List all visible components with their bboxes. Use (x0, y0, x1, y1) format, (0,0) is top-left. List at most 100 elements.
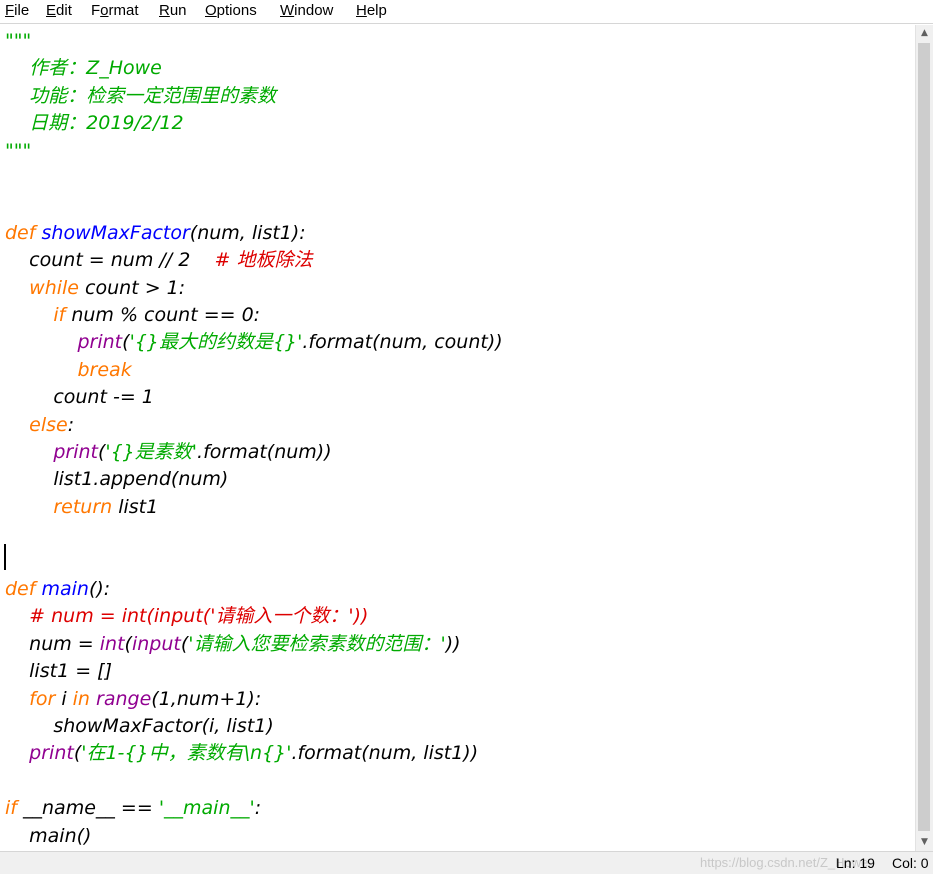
menu-window[interactable]: Window (280, 2, 333, 19)
code-token-string: 日期： (5, 112, 87, 135)
code-token-default: num % count == 0: (65, 304, 261, 326)
code-line: print('{}最大的约数是{}'.format(num, count)) (5, 329, 503, 356)
code-token-keyword: in (72, 687, 90, 710)
code-line: """ (5, 28, 31, 55)
code-line: 日期：2019/2/12 (5, 110, 184, 137)
code-token-default (5, 688, 29, 710)
status-line-number: Ln: 19 (836, 855, 875, 871)
menu-format[interactable]: Format (91, 2, 139, 19)
code-line: for i in range(1,num+1): (5, 686, 261, 713)
code-token-string: 作者： (5, 57, 87, 80)
code-token-keyword: else (29, 413, 68, 436)
code-token-string: Z_Howe (86, 57, 162, 80)
menu-window-mnemonic: W (280, 2, 295, 19)
code-token-keyword: while (29, 276, 80, 299)
scroll-down-icon[interactable]: ▼ (916, 834, 933, 851)
code-token-string: 2019/2/12 (86, 112, 184, 135)
code-token-builtin: print (53, 441, 98, 463)
code-token-default: ( (124, 632, 132, 655)
code-token-builtin: range (96, 687, 152, 710)
code-line: def main(): (5, 576, 110, 603)
code-token-default: main() (5, 824, 92, 847)
code-token-default (5, 742, 29, 764)
code-token-default (5, 359, 77, 381)
code-token-default: count > 1: (79, 276, 186, 299)
code-line: break (5, 357, 131, 384)
code-token-default (5, 441, 53, 463)
code-line: def showMaxFactor(num, list1): (5, 220, 306, 247)
scroll-up-icon[interactable]: ▲ (916, 25, 933, 42)
menu-run[interactable]: Run (159, 2, 187, 19)
code-line: """ (5, 138, 31, 165)
code-line: showMaxFactor(i, list1) (5, 713, 274, 740)
code-line: num = int(input('请输入您要检索素数的范围：')) (5, 631, 461, 658)
code-token-default: list1 = [] (5, 660, 112, 683)
menu-options[interactable]: Options (205, 2, 257, 19)
code-token-builtin: int (99, 632, 125, 655)
code-line: count = num // 2 # 地板除法 (5, 247, 312, 274)
code-token-default (5, 496, 53, 518)
code-token-default: ( (122, 331, 130, 354)
code-token-default: (): (88, 578, 111, 600)
menu-format-rest: rmat (108, 2, 139, 19)
code-token-keyword: return (53, 495, 113, 518)
status-column-number: Col: 0 (892, 855, 929, 871)
menu-help-rest: elp (366, 2, 387, 19)
menu-edit-rest: dit (56, 2, 72, 19)
text-cursor (4, 544, 6, 570)
code-token-default: __name__ == (16, 797, 159, 820)
code-token-default: num = (5, 632, 100, 655)
code-line: if __name__ == '__main__': (5, 795, 261, 822)
menu-edit-mnemonic: E (46, 2, 57, 19)
code-token-default: .format(num, count)) (302, 331, 503, 354)
menu-edit[interactable]: Edit (46, 2, 72, 19)
code-token-keyword: for (29, 687, 56, 710)
scroll-thumb[interactable] (918, 43, 930, 831)
menu-window-rest: indow (294, 2, 334, 19)
menu-file-mnemonic: F (5, 2, 15, 19)
menu-options-rest: ptions (216, 2, 257, 19)
code-line: if num % count == 0: (5, 302, 260, 329)
code-token-builtin: print (29, 742, 74, 765)
code-token-string: '请输入您要检索素数的范围：' (188, 632, 446, 655)
code-token-default: .format(num)) (197, 441, 332, 463)
menu-run-rest: un (169, 2, 187, 19)
code-line: 功能：检索一定范围里的素数 (5, 83, 276, 110)
menu-file-rest: ile (14, 2, 30, 19)
code-token-default: showMaxFactor(i, list1) (5, 715, 274, 737)
code-token-default (5, 331, 77, 353)
code-token-default (5, 605, 29, 627)
code-token-default (5, 414, 29, 436)
menu-options-mnemonic: O (205, 2, 217, 19)
code-line: 作者：Z_Howe (5, 55, 162, 82)
code-editor[interactable]: """ 作者：Z_Howe 功能：检索一定范围里的素数 日期：2019/2/12… (0, 25, 915, 851)
code-token-builtin: print (77, 331, 123, 354)
status-bar: https://blog.csdn.net/Z_Howe Ln: 19 Col:… (0, 851, 933, 874)
code-token-def: main (41, 578, 89, 600)
code-line: list1 = [] (5, 658, 112, 685)
code-token-keyword: if (5, 797, 17, 820)
code-token-default: (num, list1): (189, 221, 306, 244)
code-line: count -= 1 (5, 384, 154, 411)
menu-run-mnemonic: R (159, 2, 170, 19)
code-token-comment: # 地板除法 (214, 249, 313, 272)
code-token-string: '{}最大的约数是{}' (129, 331, 303, 354)
code-line: print('{}是素数'.format(num)) (5, 439, 332, 466)
code-token-def: showMaxFactor (41, 221, 190, 244)
code-line: main() (5, 823, 91, 850)
code-token-default: : (67, 413, 75, 436)
code-line: else: (5, 412, 74, 439)
menu-help[interactable]: Help (356, 2, 387, 19)
code-token-keyword: if (53, 304, 66, 326)
vertical-scrollbar[interactable]: ▲ ▼ (915, 25, 933, 851)
menu-format-mnemonic: o (100, 2, 109, 19)
code-token-keyword: def (5, 221, 36, 244)
code-token-default: )) (445, 632, 461, 655)
code-token-default: (1,num+1): (151, 687, 262, 710)
code-token-comment: # num = int(input('请输入一个数：')) (29, 605, 369, 628)
code-line: return list1 (5, 494, 158, 521)
code-token-string: """ (5, 139, 32, 162)
code-token-default: count -= 1 (5, 386, 154, 409)
code-token-default: i (55, 687, 73, 710)
menu-file[interactable]: File (5, 2, 29, 19)
